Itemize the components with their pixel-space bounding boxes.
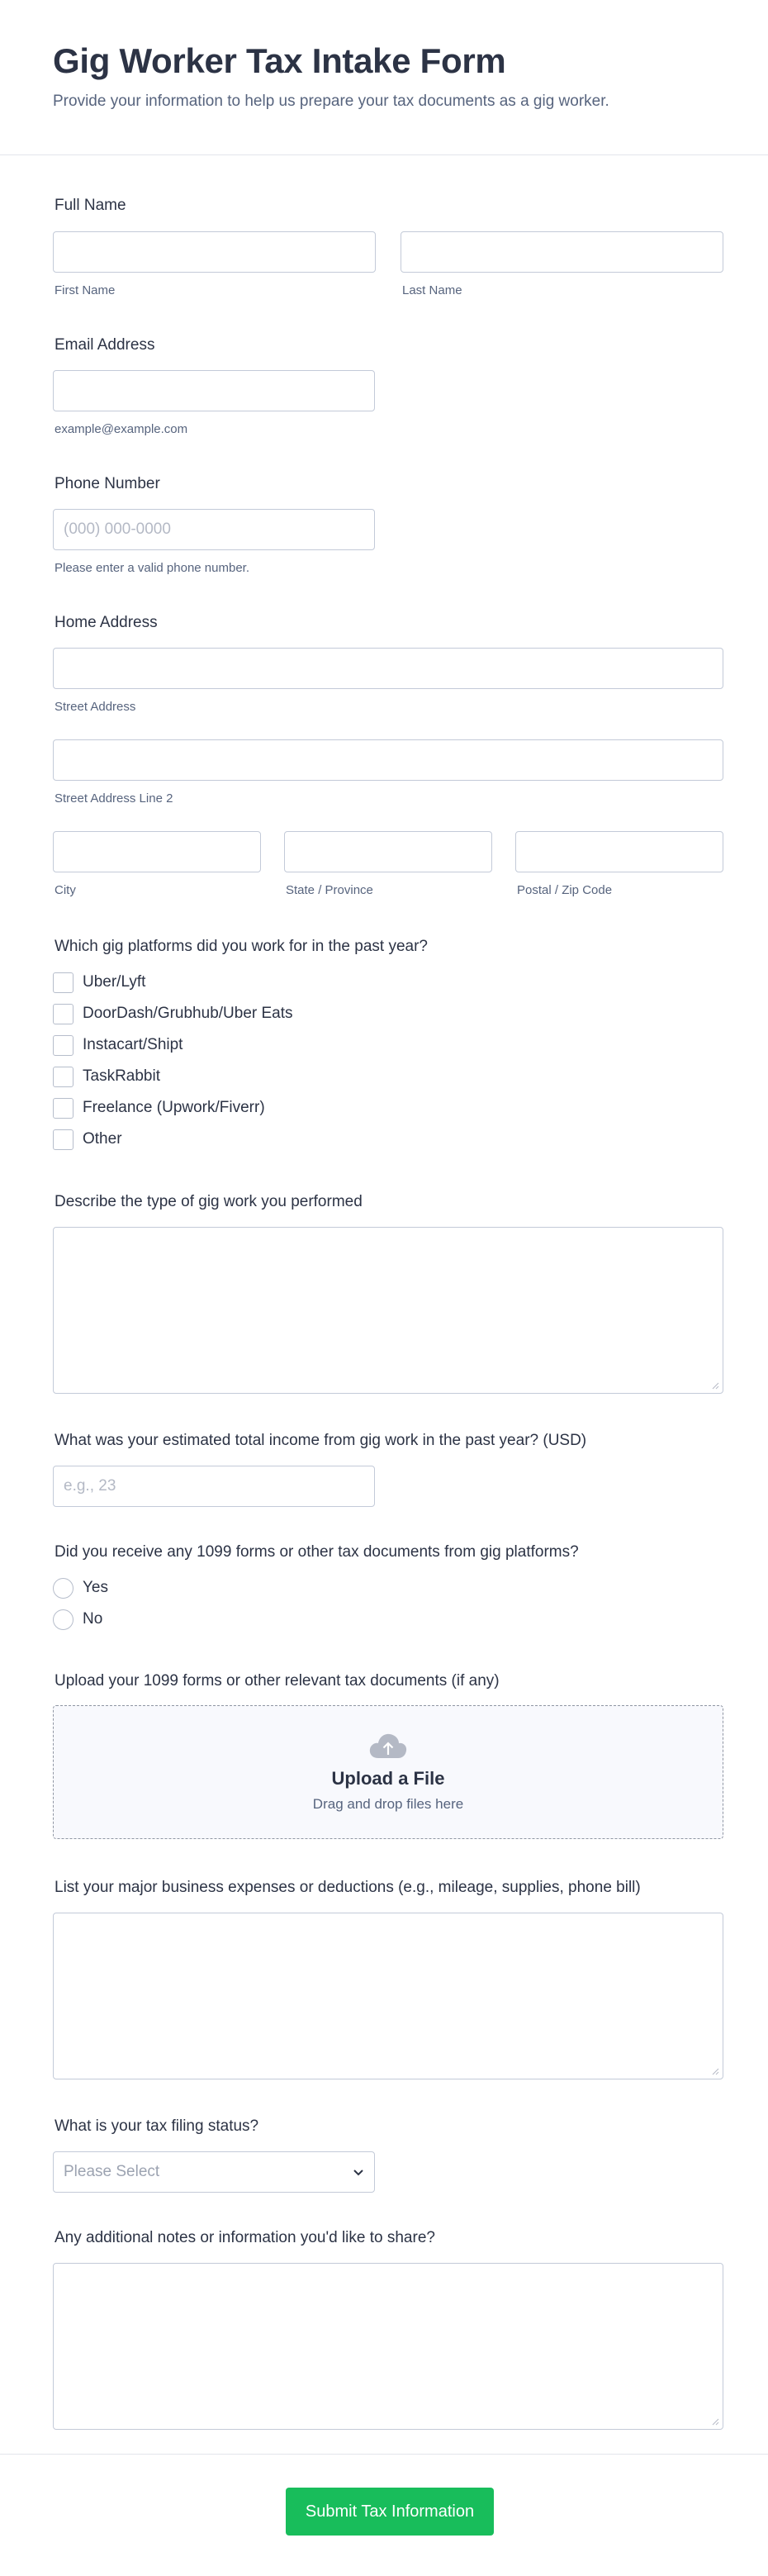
notes-textarea[interactable] xyxy=(53,2263,723,2430)
resize-handle-icon[interactable] xyxy=(711,2067,719,2075)
resize-handle-icon[interactable] xyxy=(711,2417,719,2426)
resize-handle-icon[interactable] xyxy=(711,1381,719,1390)
checkbox[interactable] xyxy=(53,1066,73,1087)
income-input[interactable] xyxy=(53,1466,375,1507)
forms-1099-label: Did you receive any 1099 forms or other … xyxy=(55,1543,579,1561)
file-upload-dropzone[interactable]: Upload a File Drag and drop files here xyxy=(53,1705,723,1839)
option-label: Freelance (Upwork/Fiverr) xyxy=(83,1099,265,1116)
notes-label: Any additional notes or information you'… xyxy=(55,2229,435,2246)
select-value: Please Select xyxy=(64,2163,160,2180)
full-name-label: Full Name xyxy=(55,197,126,214)
upload-title: Upload a File xyxy=(331,1768,445,1789)
checkbox[interactable] xyxy=(53,1097,73,1119)
work-description-label: Describe the type of gig work you perfor… xyxy=(55,1193,363,1210)
option-label: No xyxy=(83,1610,103,1628)
chevron-down-icon xyxy=(353,2169,363,2175)
platforms-checkbox-group: Uber/Lyft DoorDash/Grubhub/Uber Eats Ins… xyxy=(53,967,293,1155)
cloud-upload-icon xyxy=(369,1733,407,1758)
address-label: Home Address xyxy=(55,614,158,631)
email-label: Email Address xyxy=(55,336,155,354)
street-address-line2-sublabel: Street Address Line 2 xyxy=(55,791,173,806)
first-name-sublabel: First Name xyxy=(55,283,116,297)
platform-option-uber-lyft[interactable]: Uber/Lyft xyxy=(53,967,293,998)
zip-input[interactable] xyxy=(515,831,723,872)
upload-label: Upload your 1099 forms or other relevant… xyxy=(55,1672,500,1690)
option-label: TaskRabbit xyxy=(83,1067,160,1085)
filing-status-label: What is your tax filing status? xyxy=(55,2117,259,2135)
filing-status-select[interactable]: Please Select xyxy=(53,2151,375,2193)
checkbox[interactable] xyxy=(53,1034,73,1056)
platform-option-freelance[interactable]: Freelance (Upwork/Fiverr) xyxy=(53,1092,293,1124)
option-label: DoorDash/Grubhub/Uber Eats xyxy=(83,1005,293,1022)
email-sublabel: example@example.com xyxy=(55,422,188,436)
phone-input[interactable] xyxy=(53,509,375,550)
city-input[interactable] xyxy=(53,831,261,872)
street-address-sublabel: Street Address xyxy=(55,700,136,714)
upload-subtitle: Drag and drop files here xyxy=(312,1796,464,1812)
expenses-label: List your major business expenses or ded… xyxy=(55,1879,641,1896)
platform-option-other[interactable]: Other xyxy=(53,1124,293,1155)
street-address-input[interactable] xyxy=(53,648,723,689)
radio-option-yes[interactable]: Yes xyxy=(53,1572,108,1604)
zip-sublabel: Postal / Zip Code xyxy=(517,883,613,897)
platforms-label: Which gig platforms did you work for in … xyxy=(55,938,428,955)
state-sublabel: State / Province xyxy=(286,883,373,897)
platform-option-doordash[interactable]: DoorDash/Grubhub/Uber Eats xyxy=(53,998,293,1029)
platform-option-instacart[interactable]: Instacart/Shipt xyxy=(53,1029,293,1061)
last-name-sublabel: Last Name xyxy=(402,283,462,297)
street-address-line2-input[interactable] xyxy=(53,739,723,781)
checkbox[interactable] xyxy=(53,1003,73,1024)
income-label: What was your estimated total income fro… xyxy=(55,1432,587,1449)
expenses-textarea[interactable] xyxy=(53,1913,723,2079)
form-header: Gig Worker Tax Intake Form Provide your … xyxy=(0,0,768,155)
first-name-input[interactable] xyxy=(53,231,376,273)
form-title: Gig Worker Tax Intake Form xyxy=(53,41,506,80)
city-sublabel: City xyxy=(55,883,76,897)
form-subtitle: Provide your information to help us prep… xyxy=(53,93,609,110)
platform-option-taskrabbit[interactable]: TaskRabbit xyxy=(53,1061,293,1092)
radio-button[interactable] xyxy=(53,1609,73,1630)
form-footer: Submit Tax Information xyxy=(0,2454,768,2576)
option-label: Other xyxy=(83,1130,122,1148)
submit-button[interactable]: Submit Tax Information xyxy=(286,2488,494,2536)
email-input[interactable] xyxy=(53,370,375,411)
checkbox[interactable] xyxy=(53,1129,73,1150)
work-description-textarea[interactable] xyxy=(53,1227,723,1394)
option-label: Uber/Lyft xyxy=(83,973,146,991)
radio-button[interactable] xyxy=(53,1577,73,1599)
phone-label: Phone Number xyxy=(55,475,160,492)
option-label: Yes xyxy=(83,1579,108,1596)
checkbox[interactable] xyxy=(53,972,73,993)
option-label: Instacart/Shipt xyxy=(83,1036,183,1053)
state-input[interactable] xyxy=(284,831,492,872)
forms-1099-radio-group: Yes No xyxy=(53,1572,108,1635)
radio-option-no[interactable]: No xyxy=(53,1604,108,1635)
last-name-input[interactable] xyxy=(401,231,723,273)
phone-sublabel: Please enter a valid phone number. xyxy=(55,561,249,575)
